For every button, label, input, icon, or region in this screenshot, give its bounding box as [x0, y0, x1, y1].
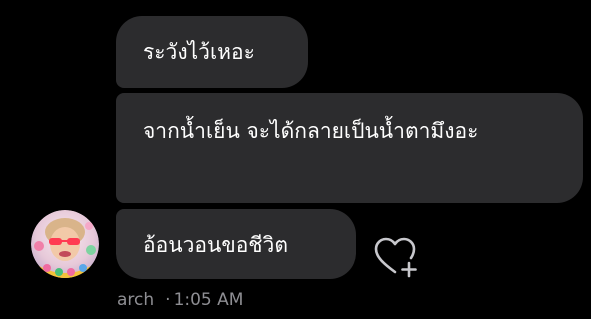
- message-bubble[interactable]: ระวังไว้เหอะ: [116, 16, 308, 88]
- message-text: อ้อนวอนขอชีวิต: [143, 233, 288, 257]
- avatar[interactable]: [31, 210, 99, 278]
- message-text: ระวังไว้เหอะ: [143, 40, 255, 64]
- heart-plus-icon: [374, 237, 417, 278]
- meta-separator: ·: [165, 290, 171, 310]
- message-timestamp: 1:05 AM: [173, 290, 244, 310]
- message-text: จากน้ำเย็น จะได้กลายเป็นน้ำตามึงอะ: [143, 119, 479, 143]
- sender-name: arch: [117, 290, 155, 310]
- message-meta: arch · 1:05 AM: [117, 289, 243, 311]
- message-bubble[interactable]: จากน้ำเย็น จะได้กลายเป็นน้ำตามึงอะ: [116, 93, 583, 203]
- avatar-image: [31, 210, 99, 278]
- react-button[interactable]: [374, 236, 420, 278]
- message-bubble[interactable]: อ้อนวอนขอชีวิต: [116, 209, 356, 279]
